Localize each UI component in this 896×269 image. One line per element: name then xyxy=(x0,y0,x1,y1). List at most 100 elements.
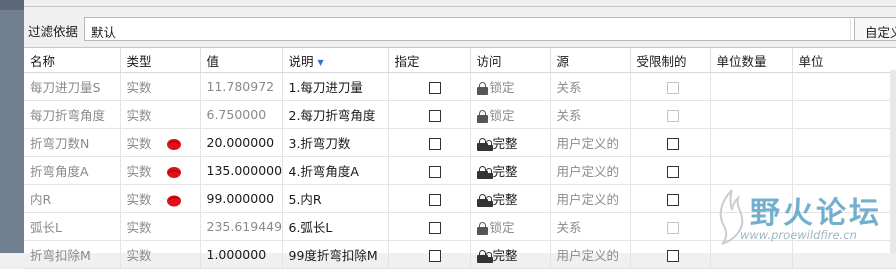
column-header-unit[interactable]: 单位 xyxy=(792,48,896,73)
unit-quantity-cell[interactable] xyxy=(710,156,793,185)
designate-checkbox[interactable] xyxy=(428,193,441,206)
access-cell[interactable]: 锁定 xyxy=(470,212,551,241)
table-header: 名称 类型 值 说明 ▼ 指定 访问 源 受限制的 单位数量 单位 xyxy=(24,48,896,73)
access-cell[interactable]: 完整 xyxy=(470,184,551,213)
param-description[interactable]: 99度折弯扣除M xyxy=(282,240,389,269)
param-name[interactable]: 折弯扣除M xyxy=(24,240,121,269)
restricted-checkbox[interactable] xyxy=(666,249,679,262)
access-cell[interactable]: 完整 xyxy=(470,156,551,185)
param-name[interactable]: 折弯刀数N xyxy=(24,128,121,157)
param-type-cell[interactable]: 实数 xyxy=(120,128,201,157)
param-name[interactable]: 每刀折弯角度 xyxy=(24,100,121,129)
column-header-unit-quantity[interactable]: 单位数量 xyxy=(710,48,793,73)
column-header-source[interactable]: 源 xyxy=(550,48,631,73)
designate-cell[interactable] xyxy=(388,72,471,101)
designate-checkbox[interactable] xyxy=(428,137,441,150)
param-type: 实数 xyxy=(126,136,152,151)
unit-cell[interactable] xyxy=(792,156,896,185)
param-value[interactable]: 6.750000 xyxy=(200,100,283,129)
filter-value: 默认 xyxy=(91,25,117,40)
param-type-cell[interactable]: 实数 xyxy=(120,156,201,185)
restricted-checkbox[interactable] xyxy=(666,165,679,178)
access-cell[interactable]: 锁定 xyxy=(470,100,551,129)
designate-cell[interactable] xyxy=(388,240,471,269)
designate-cell[interactable] xyxy=(388,128,471,157)
designate-cell[interactable] xyxy=(388,184,471,213)
param-source: 用户定义的 xyxy=(550,240,631,269)
restricted-cell[interactable] xyxy=(630,184,711,213)
access-label: 完整 xyxy=(492,192,518,207)
param-value[interactable]: 11.780972 xyxy=(200,72,283,101)
param-description[interactable]: 4.折弯角度A xyxy=(282,156,389,185)
access-cell[interactable]: 锁定 xyxy=(470,72,551,101)
param-source: 用户定义的 xyxy=(550,128,631,157)
access-label: 完整 xyxy=(492,248,518,263)
column-header-name[interactable]: 名称 xyxy=(24,48,121,73)
column-header-designate[interactable]: 指定 xyxy=(388,48,471,73)
param-name[interactable]: 弧长L xyxy=(24,212,121,241)
restricted-cell[interactable] xyxy=(630,128,711,157)
restricted-cell[interactable] xyxy=(630,240,711,269)
param-type[interactable]: 实数 xyxy=(120,212,201,241)
designate-checkbox[interactable] xyxy=(428,165,441,178)
table-row[interactable]: 折弯角度A 实数 135.000000 4.折弯角度A 完整 用户定义的 xyxy=(24,156,896,185)
access-cell[interactable]: 完整 xyxy=(470,240,551,269)
param-description[interactable]: 2.每刀折弯角度 xyxy=(282,100,389,129)
column-header-description[interactable]: 说明 ▼ xyxy=(282,48,389,73)
param-value[interactable]: 20.000000 xyxy=(200,128,283,157)
table-row[interactable]: 每刀进刀量S 实数 11.780972 1.每刀进刀量 锁定 关系 xyxy=(24,72,896,101)
param-source: 关系 xyxy=(550,72,631,101)
unit-quantity-cell[interactable] xyxy=(710,128,793,157)
param-description[interactable]: 6.弧长L xyxy=(282,212,389,241)
access-label: 完整 xyxy=(492,164,518,179)
sort-descending-icon: ▼ xyxy=(317,57,324,67)
param-type[interactable]: 实数 xyxy=(120,100,201,129)
designate-checkbox[interactable] xyxy=(428,249,441,262)
unit-cell[interactable] xyxy=(792,128,896,157)
param-value[interactable]: 135.000000 xyxy=(200,156,283,185)
column-header-restricted[interactable]: 受限制的 xyxy=(630,48,711,73)
filter-row: 过滤依据 默认 ▼ 自定义 xyxy=(24,15,896,43)
custom-button[interactable]: 自定义 xyxy=(854,17,896,41)
access-label: 锁定 xyxy=(489,80,515,95)
red-scribble-mark xyxy=(166,167,181,178)
table-row[interactable]: 折弯刀数N 实数 20.000000 3.折弯刀数 完整 用户定义的 xyxy=(24,128,896,157)
unit-cell[interactable] xyxy=(792,72,896,101)
filter-dropdown[interactable]: 默认 ▼ xyxy=(84,17,870,41)
restricted-cell[interactable] xyxy=(630,156,711,185)
designate-cell[interactable] xyxy=(388,156,471,185)
unit-quantity-cell[interactable] xyxy=(710,72,793,101)
designate-cell[interactable] xyxy=(388,100,471,129)
param-description[interactable]: 3.折弯刀数 xyxy=(282,128,389,157)
param-type[interactable]: 实数 xyxy=(120,72,201,101)
unit-cell[interactable] xyxy=(792,100,896,129)
access-cell[interactable]: 完整 xyxy=(470,128,551,157)
top-divider xyxy=(24,6,896,7)
lock-full-icon xyxy=(476,194,493,207)
param-source: 关系 xyxy=(550,100,631,129)
designate-checkbox[interactable] xyxy=(428,109,441,122)
column-header-access[interactable]: 访问 xyxy=(470,48,551,73)
designate-checkbox[interactable] xyxy=(428,221,441,234)
access-label: 锁定 xyxy=(489,220,515,235)
param-name[interactable]: 每刀进刀量S xyxy=(24,72,121,101)
unit-quantity-cell[interactable] xyxy=(710,100,793,129)
param-source: 用户定义的 xyxy=(550,184,631,213)
param-description[interactable]: 1.每刀进刀量 xyxy=(282,72,389,101)
restricted-checkbox[interactable] xyxy=(666,193,679,206)
param-value[interactable]: 1.000000 xyxy=(200,240,283,269)
param-description[interactable]: 5.内R xyxy=(282,184,389,213)
column-header-value[interactable]: 值 xyxy=(200,48,283,73)
param-value[interactable]: 235.619449 xyxy=(200,212,283,241)
restricted-checkbox[interactable] xyxy=(666,137,679,150)
designate-checkbox[interactable] xyxy=(428,81,441,94)
column-header-type[interactable]: 类型 xyxy=(120,48,201,73)
param-value[interactable]: 99.000000 xyxy=(200,184,283,213)
param-name[interactable]: 折弯角度A xyxy=(24,156,121,185)
table-row[interactable]: 每刀折弯角度 实数 6.750000 2.每刀折弯角度 锁定 关系 xyxy=(24,100,896,129)
param-name[interactable]: 内R xyxy=(24,184,121,213)
param-type[interactable]: 实数 xyxy=(120,240,201,269)
designate-cell[interactable] xyxy=(388,212,471,241)
param-type-cell[interactable]: 实数 xyxy=(120,184,201,213)
watermark-url: www.proewildfire.cn xyxy=(740,228,857,242)
